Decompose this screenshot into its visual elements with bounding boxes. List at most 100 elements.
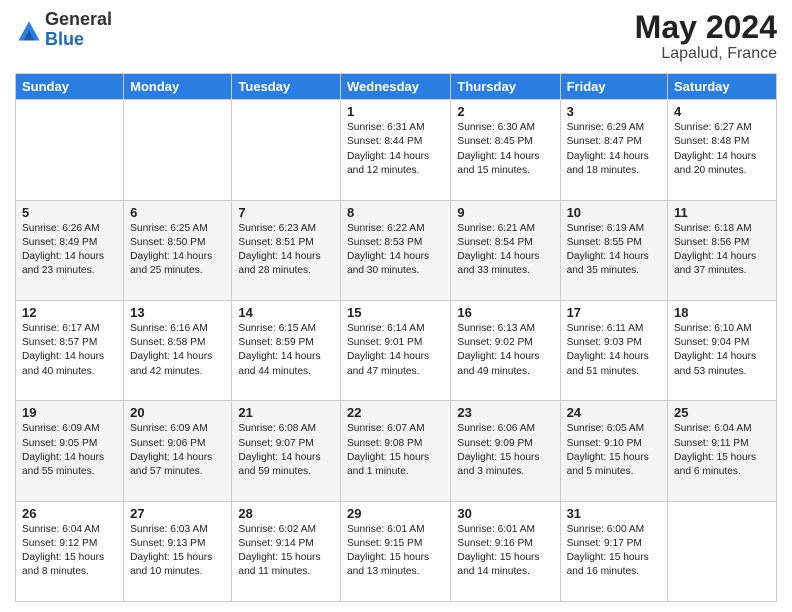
cell-line: Sunset: 8:48 PM [674,136,749,147]
table-row: 5Sunrise: 6:26 AMSunset: 8:49 PMDaylight… [16,200,124,300]
cell-content: Sunrise: 6:07 AMSunset: 9:08 PMDaylight:… [347,422,444,479]
calendar-week-row: 5Sunrise: 6:26 AMSunset: 8:49 PMDaylight… [16,200,777,300]
table-row: 13Sunrise: 6:16 AMSunset: 8:58 PMDayligh… [124,300,232,400]
calendar-header-row: Sunday Monday Tuesday Wednesday Thursday… [16,74,777,100]
cell-line: Daylight: 15 hours and 1 minute. [347,452,429,477]
cell-line: Sunset: 9:03 PM [567,337,642,348]
cell-line: Daylight: 15 hours and 6 minutes. [674,452,756,477]
cell-line: Sunrise: 6:05 AM [567,423,645,434]
table-row [124,100,232,200]
cell-line: Daylight: 14 hours and 44 minutes. [238,351,320,376]
cell-line: Sunset: 8:57 PM [22,337,97,348]
cell-line: Daylight: 14 hours and 57 minutes. [130,452,212,477]
cell-line: Sunset: 9:16 PM [457,538,532,549]
cell-line: Sunset: 9:05 PM [22,438,97,449]
table-row: 6Sunrise: 6:25 AMSunset: 8:50 PMDaylight… [124,200,232,300]
cell-content: Sunrise: 6:00 AMSunset: 9:17 PMDaylight:… [567,523,661,580]
col-tuesday: Tuesday [232,74,341,100]
table-row: 21Sunrise: 6:08 AMSunset: 9:07 PMDayligh… [232,401,341,501]
table-row: 11Sunrise: 6:18 AMSunset: 8:56 PMDayligh… [668,200,777,300]
calendar-week-row: 1 Sunrise: 6:31 AM Sunset: 8:44 PM Daylight… [16,100,777,200]
table-row: 22 Sunrise: 6:07 AMSunset: 9:08 PMDayligh… [340,401,450,501]
cell-line: Daylight: 14 hours and 20 minutes. [674,151,756,176]
day-number: 22 [347,405,444,420]
cell-line: Daylight: 14 hours and 28 minutes. [238,251,320,276]
cell-content: Sunrise: 6:14 AMSunset: 9:01 PMDaylight:… [347,322,444,379]
cell-content: Sunrise: 6:22 AMSunset: 8:53 PMDaylight:… [347,222,444,279]
cell-line: Daylight: 14 hours and 37 minutes. [674,251,756,276]
table-row: 10Sunrise: 6:19 AMSunset: 8:55 PMDayligh… [560,200,667,300]
table-row: 15Sunrise: 6:14 AMSunset: 9:01 PMDayligh… [340,300,450,400]
cell-line: Sunrise: 6:11 AM [567,323,644,334]
cell-line: Sunset: 9:02 PM [457,337,532,348]
calendar-week-row: 12Sunrise: 6:17 AMSunset: 8:57 PMDayligh… [16,300,777,400]
table-row: 7Sunrise: 6:23 AMSunset: 8:51 PMDaylight… [232,200,341,300]
table-row: 23Sunrise: 6:06 AMSunset: 9:09 PMDayligh… [451,401,560,501]
table-row: 14Sunrise: 6:15 AMSunset: 8:59 PMDayligh… [232,300,341,400]
cell-line: Sunrise: 6:16 AM [130,323,208,334]
day-number: 21 [238,405,334,420]
cell-line: Daylight: 15 hours and 13 minutes. [347,552,429,577]
cell-content: Sunrise: 6:18 AMSunset: 8:56 PMDaylight:… [674,222,770,279]
cell-content: Sunrise: 6:25 AMSunset: 8:50 PMDaylight:… [130,222,225,279]
cell-line: Sunrise: 6:10 AM [674,323,752,334]
table-row: 30Sunrise: 6:01 AMSunset: 9:16 PMDayligh… [451,501,560,601]
day-number: 10 [567,205,661,220]
day-number: 3 [567,104,661,119]
table-row: 16Sunrise: 6:13 AMSunset: 9:02 PMDayligh… [451,300,560,400]
day-number: 2 [457,104,553,119]
cell-line: Daylight: 14 hours and 12 minutes. [347,151,429,176]
day-number: 9 [457,205,553,220]
cell-line: Sunrise: 6:31 AM [347,122,425,133]
cell-content: Sunrise: 6:13 AMSunset: 9:02 PMDaylight:… [457,322,553,379]
cell-line: Daylight: 14 hours and 30 minutes. [347,251,429,276]
day-number: 17 [567,305,661,320]
cell-line: Sunrise: 6:04 AM [674,423,752,434]
cell-content: Sunrise: 6:29 AMSunset: 8:47 PMDaylight:… [567,121,661,178]
table-row: 9Sunrise: 6:21 AMSunset: 8:54 PMDaylight… [451,200,560,300]
cell-line: Sunset: 8:50 PM [130,237,205,248]
cell-line: Daylight: 14 hours and 33 minutes. [457,251,539,276]
cell-line: Sunset: 8:49 PM [22,237,97,248]
cell-line: Sunset: 8:59 PM [238,337,313,348]
cell-line: Daylight: 14 hours and 23 minutes. [22,251,104,276]
table-row: 29Sunrise: 6:01 AMSunset: 9:15 PMDayligh… [340,501,450,601]
cell-line: Sunrise: 6:13 AM [457,323,535,334]
table-row: 20Sunrise: 6:09 AMSunset: 9:06 PMDayligh… [124,401,232,501]
cell-line: Sunrise: 6:01 AM [347,524,425,535]
table-row: 24Sunrise: 6:05 AMSunset: 9:10 PMDayligh… [560,401,667,501]
cell-content: Sunrise: 6:17 AMSunset: 8:57 PMDaylight:… [22,322,117,379]
month-title: May 2024 [635,10,777,45]
table-row [16,100,124,200]
page: General Blue May 2024 Lapalud, France Su… [0,0,792,612]
table-row: 1 Sunrise: 6:31 AM Sunset: 8:44 PM Daylight… [340,100,450,200]
table-row: 25Sunrise: 6:04 AMSunset: 9:11 PMDayligh… [668,401,777,501]
cell-line: Sunrise: 6:01 AM [457,524,535,535]
cell-line: Sunrise: 6:02 AM [238,524,316,535]
cell-line: Daylight: 14 hours and 25 minutes. [130,251,212,276]
cell-line: Sunset: 9:13 PM [130,538,205,549]
day-number: 1 [347,104,444,119]
cell-line: Sunrise: 6:26 AM [22,223,100,234]
cell-content: Sunrise: 6:09 AMSunset: 9:05 PMDaylight:… [22,422,117,479]
cell-line: Sunset: 9:12 PM [22,538,97,549]
cell-line: Sunset: 9:17 PM [567,538,642,549]
table-row [232,100,341,200]
logo-blue-text: Blue [45,30,112,50]
cell-content: Sunrise: 6:15 AMSunset: 8:59 PMDaylight:… [238,322,334,379]
cell-line: Sunrise: 6:21 AM [457,223,535,234]
cell-content: Sunrise: 6:09 AMSunset: 9:06 PMDaylight:… [130,422,225,479]
cell-line: Sunset: 9:15 PM [347,538,422,549]
table-row: 28Sunrise: 6:02 AMSunset: 9:14 PMDayligh… [232,501,341,601]
cell-line: Daylight: 14 hours and 53 minutes. [674,351,756,376]
calendar-week-row: 19Sunrise: 6:09 AMSunset: 9:05 PMDayligh… [16,401,777,501]
table-row: 18Sunrise: 6:10 AMSunset: 9:04 PMDayligh… [668,300,777,400]
cell-content: Sunrise: 6:04 AMSunset: 9:11 PMDaylight:… [674,422,770,479]
table-row: 19Sunrise: 6:09 AMSunset: 9:05 PMDayligh… [16,401,124,501]
cell-line: Sunset: 8:53 PM [347,237,422,248]
day-number: 27 [130,506,225,521]
day-number: 16 [457,305,553,320]
cell-content: Sunrise: 6:31 AM Sunset: 8:44 PM Daylight:… [347,121,444,178]
cell-line: Sunset: 8:44 PM [347,136,422,147]
calendar: Sunday Monday Tuesday Wednesday Thursday… [15,73,777,602]
